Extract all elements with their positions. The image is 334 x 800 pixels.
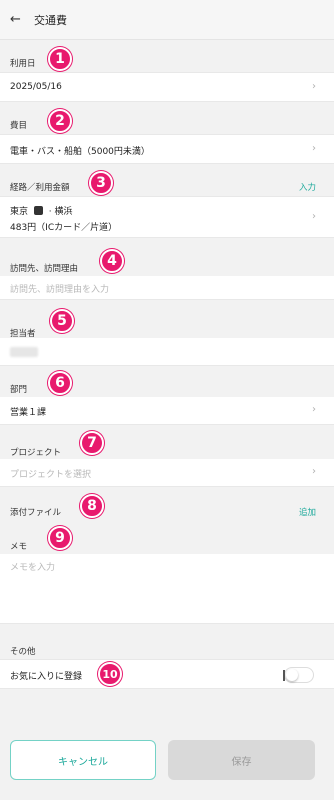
route-input-link[interactable]: 入力 <box>299 181 316 193</box>
app-header: ← 交通費 <box>0 0 334 40</box>
footer-bar: キャンセル 保存 <box>0 718 334 800</box>
route-amount: 483円（ICカード／片道） <box>10 223 118 233</box>
memo-textarea[interactable]: メモを入力 <box>0 554 334 624</box>
annotation-badge-8: 8 <box>80 494 104 518</box>
memo-label: メモ <box>10 542 28 552</box>
favorite-toggle[interactable] <box>283 667 314 683</box>
chevron-right-icon: › <box>312 81 316 92</box>
back-arrow-icon[interactable]: ← <box>10 12 30 27</box>
visit-label: 訪問先、訪問理由 <box>10 264 79 274</box>
route-from: 東京 <box>10 207 29 217</box>
annotation-badge-5: 5 <box>50 309 74 333</box>
department-value: 営業１課 <box>10 408 47 418</box>
project-label: プロジェクト <box>10 448 62 458</box>
annotation-badge-6: 6 <box>48 371 72 395</box>
visit-input: 訪問先、訪問理由を入力 <box>10 285 110 295</box>
favorite-label: お気に入りに登録 <box>10 672 83 682</box>
date-field[interactable]: 2025/05/16 › <box>0 72 334 102</box>
attachment-label: 添付ファイル <box>10 508 62 518</box>
other-label: その他 <box>10 647 36 657</box>
annotation-badge-10: 10 <box>98 662 122 686</box>
annotation-badge-3: 3 <box>89 171 113 195</box>
train-icon <box>33 206 43 215</box>
annotation-badge-7: 7 <box>80 431 104 455</box>
chevron-right-icon: › <box>312 466 316 477</box>
department-field[interactable]: 営業１課 › <box>0 397 334 425</box>
category-label: 費目 <box>10 121 28 131</box>
toggle-knob <box>286 669 298 681</box>
memo-placeholder: メモを入力 <box>10 563 56 573</box>
toggle-cursor-icon <box>283 670 285 681</box>
page-title: 交通費 <box>34 13 67 27</box>
annotation-badge-4: 4 <box>100 249 124 273</box>
chevron-right-icon: › <box>312 143 316 154</box>
visit-field[interactable]: 訪問先、訪問理由を入力 <box>0 276 334 300</box>
route-field[interactable]: 東京 · 横浜 483円（ICカード／片道） › <box>0 196 334 238</box>
route-line: 東京 · 横浜 <box>10 204 73 217</box>
person-field <box>0 338 334 366</box>
attachment-add-link[interactable]: 追加 <box>299 506 316 518</box>
save-button[interactable]: 保存 <box>168 740 315 780</box>
annotation-badge-2: 2 <box>48 109 72 133</box>
date-label: 利用日 <box>10 59 36 69</box>
date-value: 2025/05/16 <box>10 82 62 92</box>
chevron-right-icon: › <box>312 404 316 415</box>
project-field[interactable]: プロジェクトを選択 › <box>0 459 334 487</box>
route-separator: · <box>48 207 52 217</box>
cancel-button[interactable]: キャンセル <box>10 740 156 780</box>
project-select: プロジェクトを選択 <box>10 470 92 480</box>
department-label: 部門 <box>10 385 28 395</box>
annotation-badge-1: 1 <box>48 47 72 71</box>
person-value-blurred <box>10 347 38 357</box>
chevron-right-icon: › <box>312 211 316 222</box>
category-value: 電車・バス・船舶（5000円未満） <box>10 147 150 157</box>
route-label: 経路／利用金額 <box>10 183 70 193</box>
favorite-row: お気に入りに登録 <box>0 659 334 689</box>
annotation-badge-9: 9 <box>48 526 72 550</box>
category-field[interactable]: 電車・バス・船舶（5000円未満） › <box>0 134 334 164</box>
route-to: 横浜 <box>54 207 73 217</box>
